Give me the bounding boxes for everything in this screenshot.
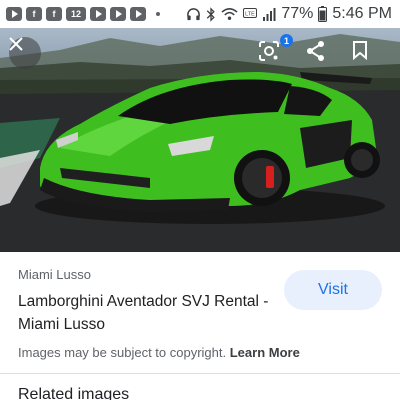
lens-icon <box>259 41 279 61</box>
divider <box>0 373 400 374</box>
headset-icon <box>186 7 201 22</box>
facebook-app-icon: f <box>26 7 42 21</box>
youtube-app-icon <box>130 7 146 21</box>
copyright-text: Images may be subject to copyright. <box>18 345 227 360</box>
share-icon <box>307 41 324 61</box>
youtube-app-icon <box>6 7 22 21</box>
lens-count-badge: 1 <box>280 34 293 47</box>
facebook-app-icon: f <box>46 7 62 21</box>
signal-icon <box>262 7 276 21</box>
related-images-heading: Related images <box>18 386 130 400</box>
status-bar: f f 12 LTE 77% 5:46 PM <box>0 0 400 28</box>
learn-more-link[interactable]: Learn More <box>230 345 300 360</box>
image-viewer[interactable]: 1 <box>0 28 400 252</box>
channel12-app-icon: 12 <box>66 7 86 21</box>
lte-icon: LTE <box>243 8 258 20</box>
car-photo <box>0 34 400 252</box>
close-button[interactable] <box>9 37 41 69</box>
save-button[interactable] <box>352 40 380 68</box>
clock: 5:46 PM <box>332 5 392 22</box>
battery-percent: 77% <box>281 5 314 22</box>
svg-text:LTE: LTE <box>246 12 256 18</box>
source-name[interactable]: Miami Lusso <box>18 267 91 282</box>
system-status: LTE 77% 5:46 PM <box>186 5 392 23</box>
youtube-app-icon <box>110 7 126 21</box>
result-title[interactable]: Lamborghini Aventador SVJ Rental - Miami… <box>18 290 278 336</box>
more-notifications-icon <box>156 12 160 16</box>
youtube-app-icon <box>90 7 106 21</box>
battery-icon <box>318 6 328 22</box>
bookmark-icon <box>353 41 367 60</box>
bluetooth-icon <box>206 6 216 22</box>
share-button[interactable] <box>306 40 334 68</box>
notification-icons: f f 12 <box>6 7 160 21</box>
close-icon <box>9 37 23 51</box>
visit-button[interactable]: Visit <box>284 270 382 310</box>
wifi-icon <box>221 7 238 21</box>
copyright-notice: Images may be subject to copyright. Lear… <box>18 345 300 360</box>
